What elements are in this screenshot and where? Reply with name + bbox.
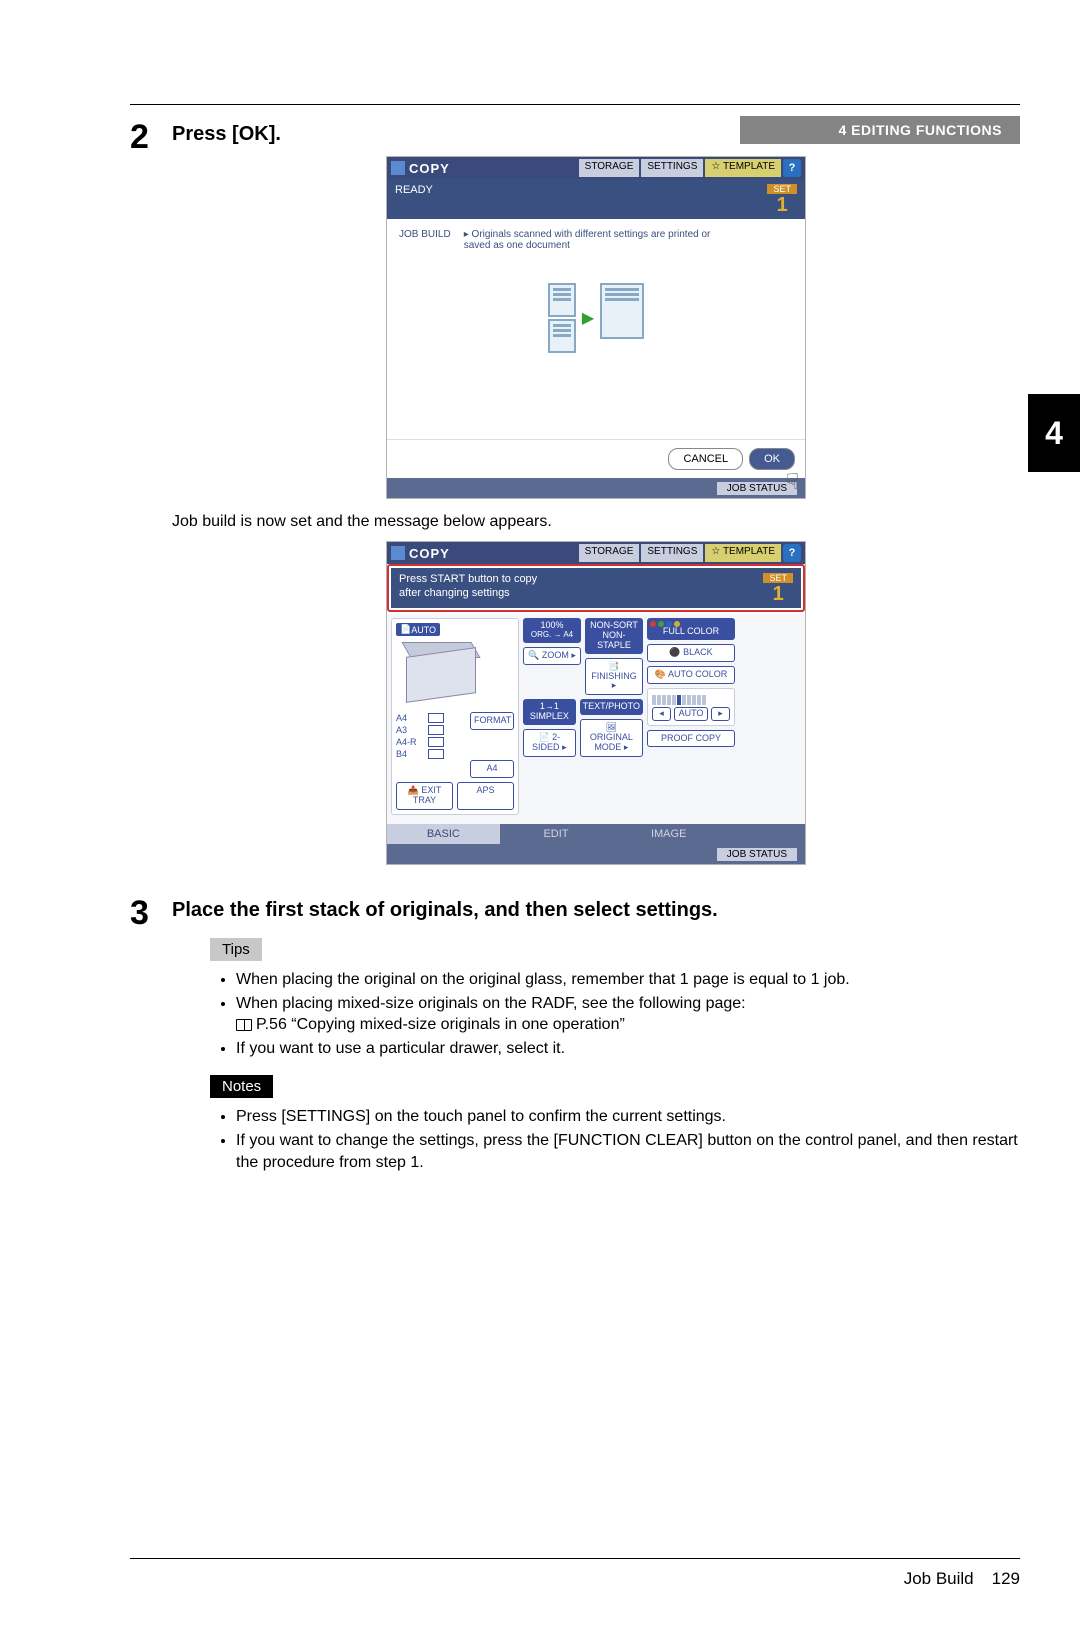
- status-text: READY: [395, 183, 433, 215]
- autocolor-button[interactable]: 🎨 AUTO COLOR: [647, 666, 735, 684]
- footer-label: Job Build: [904, 1569, 974, 1589]
- copy-app-icon: [391, 161, 405, 175]
- jobbuild-label: JOB BUILD: [399, 229, 451, 240]
- auto-paper[interactable]: 📄 AUTO: [396, 623, 440, 636]
- tip-item: When placing the original on the origina…: [236, 969, 1020, 991]
- storage-button[interactable]: STORAGE: [579, 544, 640, 562]
- template-button[interactable]: ☆ TEMPLATE: [705, 544, 781, 562]
- tab-image[interactable]: IMAGE: [612, 824, 725, 844]
- zoom-button[interactable]: 🔍 ZOOM ▸: [523, 647, 581, 665]
- auto-label: AUTO: [411, 625, 436, 635]
- step-3-number: 3: [130, 895, 172, 1175]
- ok-button[interactable]: OK: [749, 448, 795, 470]
- set-label: SET: [767, 184, 797, 194]
- simplex-value[interactable]: 1→1 SIMPLEX: [523, 699, 576, 725]
- paper-a4r[interactable]: A4-R: [396, 736, 466, 748]
- paper-b4[interactable]: B4: [396, 748, 466, 760]
- settings-button[interactable]: SETTINGS: [641, 544, 703, 562]
- density-up[interactable]: ▸: [711, 707, 730, 721]
- zoom-value[interactable]: 100% ORG. → A4: [523, 618, 581, 643]
- sort-value[interactable]: NON-SORT NON-STAPLE: [585, 618, 643, 654]
- paper-a3[interactable]: A3: [396, 724, 466, 736]
- app-title: COPY: [409, 161, 450, 176]
- exit-tray-button[interactable]: 📤 EXIT TRAY: [396, 782, 453, 810]
- template-label: TEMPLATE: [723, 161, 775, 172]
- set-count: 1: [767, 195, 797, 215]
- app-title: COPY: [409, 546, 450, 561]
- help-button[interactable]: ?: [783, 544, 801, 562]
- page-reference: P.56 “Copying mixed-size originals in on…: [236, 1016, 625, 1033]
- tip-text: When placing mixed-size originals on the…: [236, 995, 746, 1012]
- set-label: SET: [763, 573, 793, 583]
- proofcopy-button[interactable]: PROOF COPY: [647, 730, 735, 748]
- jobbuild-illustration: ▶: [399, 281, 793, 355]
- step-2-note: Job build is now set and the message bel…: [172, 513, 1020, 531]
- pointer-finger-icon: ☟: [786, 469, 799, 495]
- finishing-button[interactable]: 📑 FINISHING ▸: [585, 658, 643, 696]
- printer-illustration: [396, 638, 506, 708]
- textphoto-value[interactable]: TEXT/PHOTO: [580, 699, 643, 715]
- density-indicator: [652, 695, 730, 705]
- tip-item: If you want to use a particular drawer, …: [236, 1038, 1020, 1060]
- page-number: 129: [992, 1569, 1020, 1589]
- tip-item: When placing mixed-size originals on the…: [236, 993, 1020, 1036]
- status-text: Press START button to copy after changin…: [399, 572, 537, 604]
- note-item: Press [SETTINGS] on the touch panel to c…: [236, 1106, 1020, 1128]
- highlighted-status: Press START button to copy after changin…: [387, 564, 805, 612]
- zoom-range: ORG. → A4: [526, 631, 578, 640]
- tab-edit[interactable]: EDIT: [500, 824, 613, 844]
- top-rule: [130, 104, 1020, 105]
- step-2: 2 Press [OK]. COPY STORAGE SETTINGS ☆ TE…: [130, 119, 1020, 865]
- screenshot-jobbuild: COPY STORAGE SETTINGS ☆ TEMPLATE ? READY…: [386, 156, 806, 499]
- aps-a4[interactable]: A4: [470, 760, 514, 778]
- density-auto[interactable]: AUTO: [674, 707, 708, 721]
- step-3-title: Place the first stack of originals, and …: [172, 899, 1020, 922]
- fullcolor-button[interactable]: FULL COLOR: [647, 618, 735, 640]
- set-count: 1: [763, 584, 793, 604]
- template-button[interactable]: ☆ TEMPLATE: [705, 159, 781, 177]
- tips-badge: Tips: [210, 938, 262, 961]
- book-icon: [236, 1019, 252, 1031]
- chapter-tab: 4: [1028, 394, 1080, 472]
- step-3: 3 Place the first stack of originals, an…: [130, 895, 1020, 1175]
- notes-badge: Notes: [210, 1075, 273, 1098]
- jobbuild-description: ▸ Originals scanned with different setti…: [464, 229, 724, 251]
- jobstatus-button[interactable]: JOB STATUS: [717, 848, 797, 861]
- twosided-button[interactable]: 📄 2-SIDED ▸: [523, 729, 576, 757]
- tips-list: When placing the original on the origina…: [210, 969, 1020, 1059]
- paper-panel: 📄 AUTO A4 A3 A4-R B4: [391, 618, 519, 815]
- black-button[interactable]: ⚫ BLACK: [647, 644, 735, 662]
- copy-app-icon: [391, 546, 405, 560]
- help-button[interactable]: ?: [783, 159, 801, 177]
- paper-a4[interactable]: A4: [396, 712, 466, 724]
- density-down[interactable]: ◂: [652, 707, 671, 721]
- page-footer: Job Build 129: [130, 1558, 1020, 1589]
- storage-button[interactable]: STORAGE: [579, 159, 640, 177]
- format-button[interactable]: FORMAT: [470, 712, 514, 730]
- tab-basic[interactable]: BASIC: [387, 824, 500, 844]
- cancel-button[interactable]: CANCEL: [668, 448, 743, 470]
- screenshot-copymain: COPY STORAGE SETTINGS ☆ TEMPLATE ? Press…: [386, 541, 806, 865]
- settings-button[interactable]: SETTINGS: [641, 159, 703, 177]
- note-item: If you want to change the settings, pres…: [236, 1130, 1020, 1173]
- template-label: TEMPLATE: [723, 546, 775, 557]
- notes-list: Press [SETTINGS] on the touch panel to c…: [210, 1106, 1020, 1173]
- status-line2: after changing settings: [399, 586, 537, 600]
- aps-button[interactable]: APS: [457, 782, 514, 810]
- status-line1: Press START button to copy: [399, 572, 537, 586]
- step-2-number: 2: [130, 119, 172, 865]
- header-section: 4 EDITING FUNCTIONS: [740, 116, 1020, 144]
- originalmode-button[interactable]: 🖼 ORIGINAL MODE ▸: [580, 719, 643, 757]
